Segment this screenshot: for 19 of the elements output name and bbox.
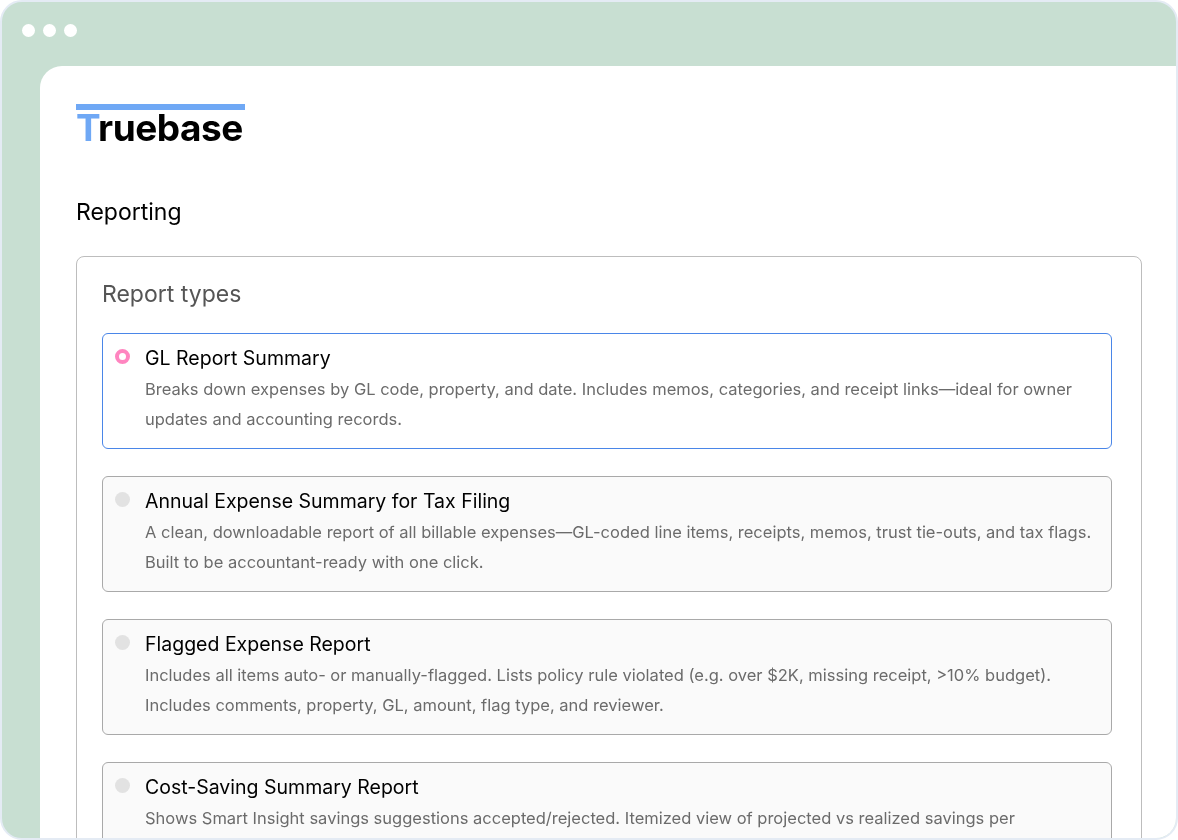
radio-button[interactable] xyxy=(115,492,130,507)
option-description: A clean, downloadable report of all billable expenses—GL-coded line items, receipts, memos, trust tie-outs, and tax flags. Built to be accountant-ready with one click. xyxy=(145,521,1093,574)
option-description: Shows Smart Insight savings suggestions accepted/rejected. Itemized view of projected vs realized savings per xyxy=(145,807,1015,830)
report-option[interactable]: GL Report Summary Breaks down expenses by GL code, property, and date. Includes memos, categories, and receipt links—ideal for owner updates and accounting records. xyxy=(102,333,1112,449)
radio-button[interactable] xyxy=(115,349,130,364)
report-option[interactable] xyxy=(102,476,1112,592)
radio-button[interactable] xyxy=(115,778,130,793)
option-title: Annual Expense Summary for Tax Filing xyxy=(145,489,512,513)
radio-button[interactable] xyxy=(115,635,130,650)
page-title: Reporting xyxy=(76,197,183,228)
option-description: Includes all items auto- or manually-flagged. Lists policy rule violated (e.g. over $2K, missing receipt, >10% budget). Includes comments, property, GL, amount, flag type, and reviewer. xyxy=(145,664,1052,717)
section-title: Report types xyxy=(102,278,243,310)
report-option[interactable] xyxy=(102,619,1112,735)
option-title: GL Report Summary xyxy=(145,346,332,370)
option-title: Flagged Expense Report xyxy=(145,632,372,656)
report-option[interactable]: Cost-Saving Summary Report Shows Smart Insight savings suggestions accepted/rejected. Itemized view of projected vs realized savings per xyxy=(102,762,1112,838)
logo: Truebase xyxy=(76,104,245,146)
option-description: Breaks down expenses by GL code, property, and date. Includes memos, categories, and receipt links—ideal for owner updates and accounting records. xyxy=(145,378,1073,431)
option-title: Cost-Saving Summary Report xyxy=(145,775,420,799)
